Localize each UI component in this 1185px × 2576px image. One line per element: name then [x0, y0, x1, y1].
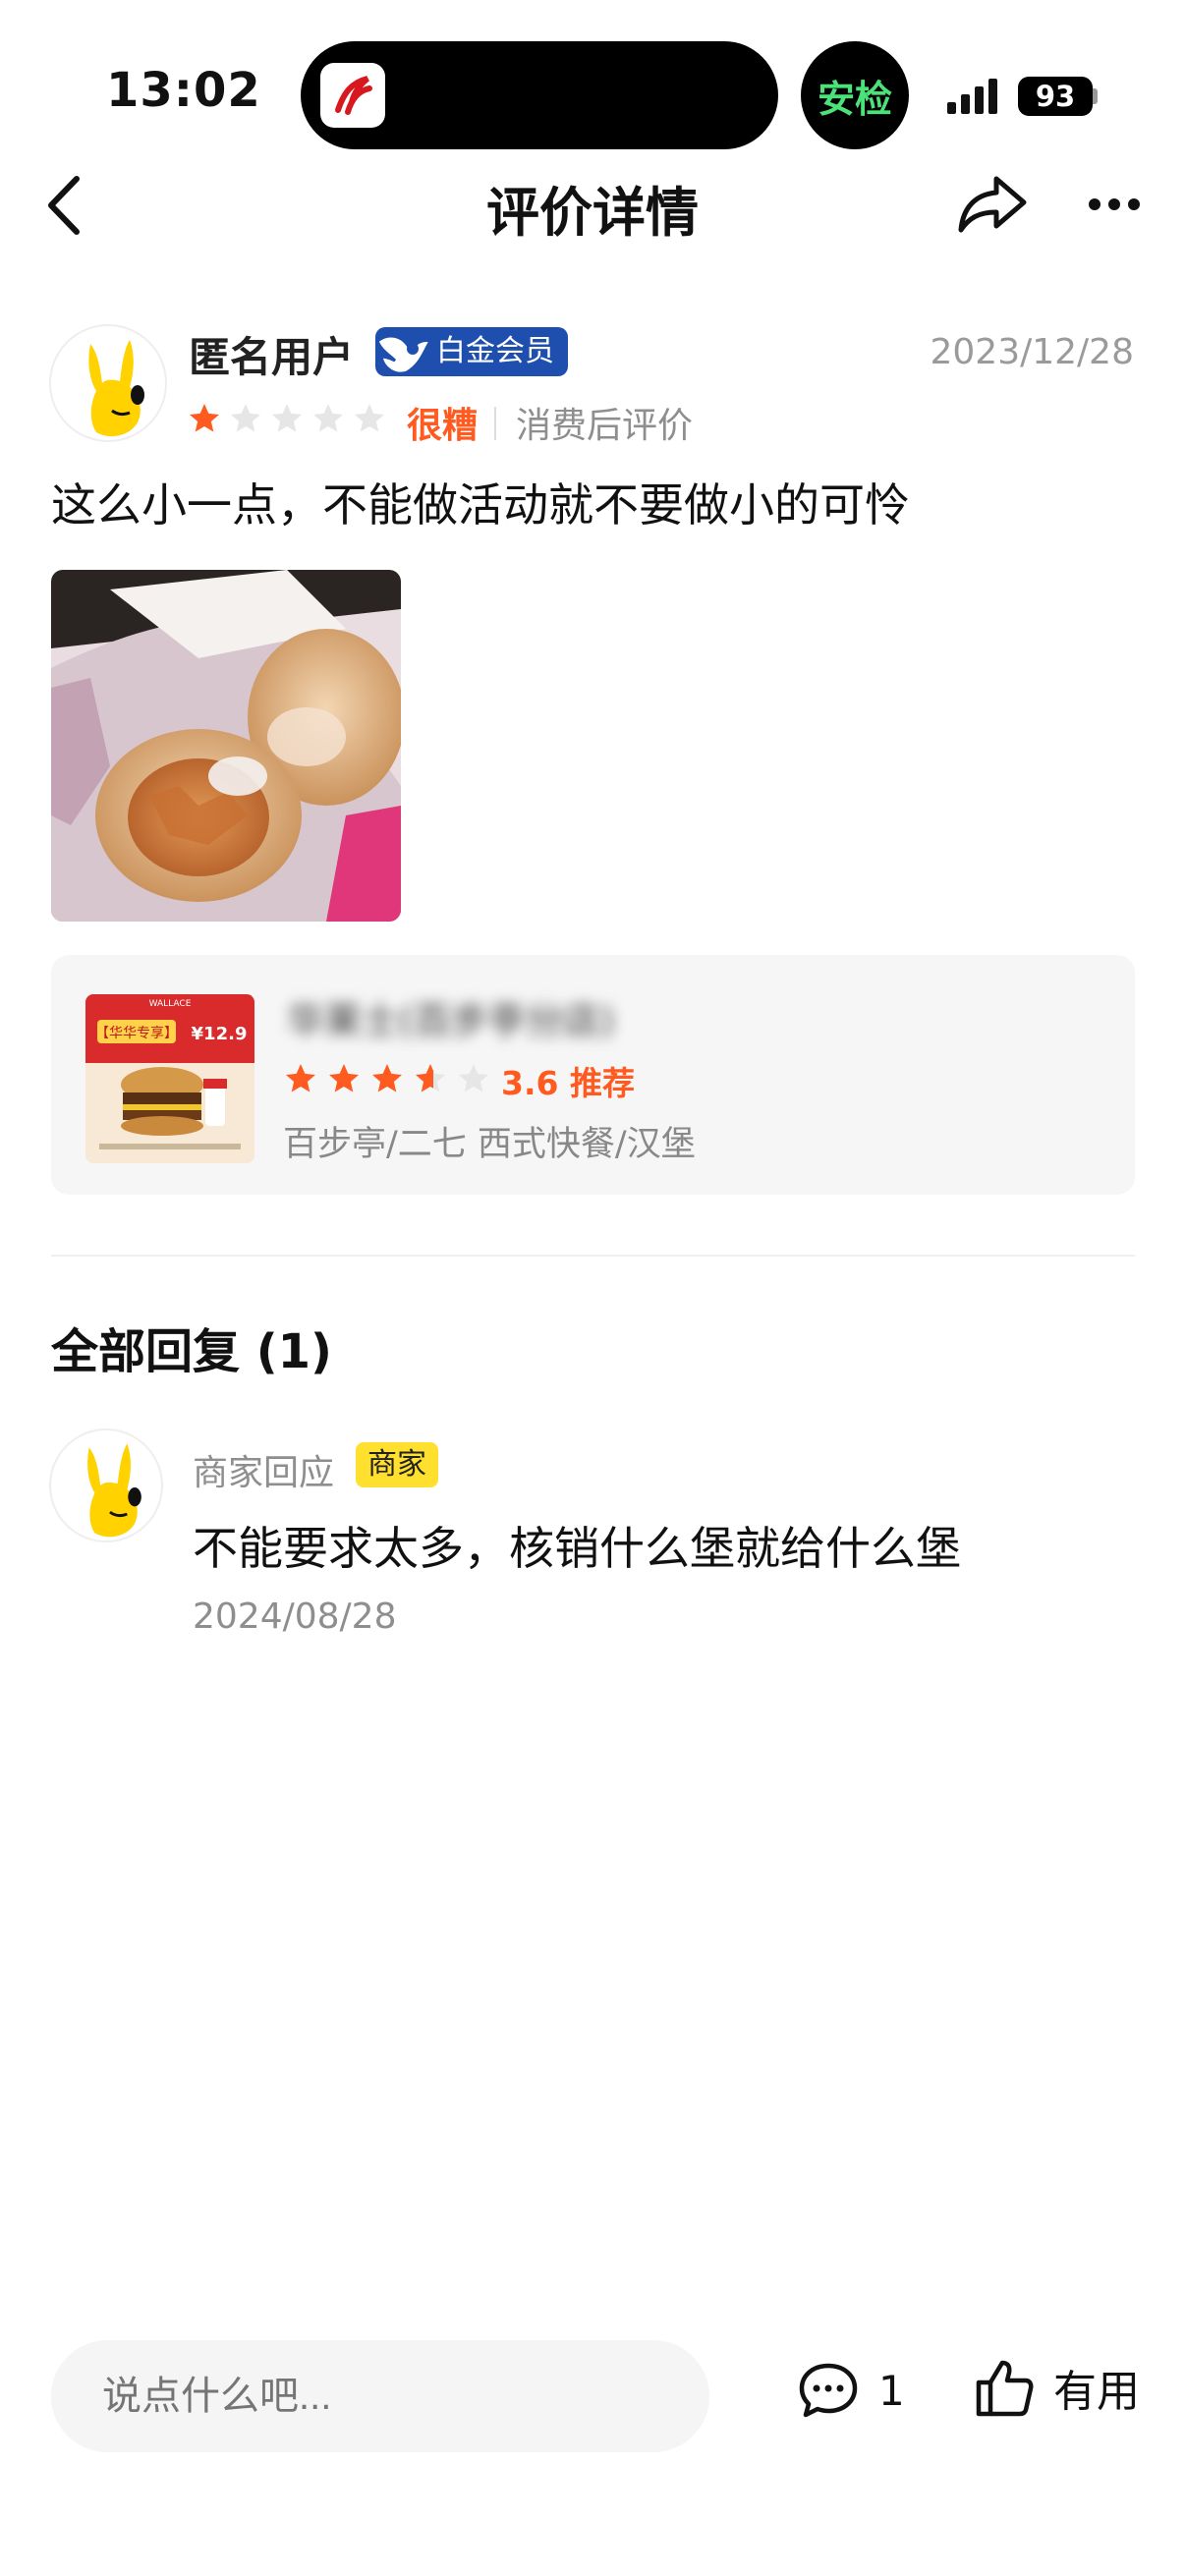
shop-star-icon — [413, 1061, 448, 1100]
shop-star-rating — [283, 1061, 491, 1100]
promo-label: 【华华专享】 — [95, 1025, 178, 1041]
divider — [494, 407, 496, 440]
more-button[interactable] — [1087, 196, 1142, 216]
review-date: 2023/12/28 — [930, 332, 1135, 372]
member-badge: 白金会员 — [375, 327, 568, 376]
mascot-avatar-icon — [87, 1443, 141, 1538]
airline-app-icon — [320, 63, 385, 128]
svg-text:WALLACE: WALLACE — [149, 999, 192, 1009]
thumbs-up-icon — [976, 2360, 1034, 2417]
battery-indicator: 93 — [1018, 77, 1093, 116]
share-arrow-icon — [958, 176, 1027, 233]
shop-star-icon — [283, 1061, 318, 1100]
more-dots-icon — [1089, 198, 1140, 210]
dynamic-island — [301, 41, 778, 149]
useful-button[interactable]: 有用 — [975, 2356, 1140, 2419]
battery-tip — [1093, 88, 1098, 104]
promo-price: ¥12.9 — [192, 1024, 248, 1044]
shop-star-icon — [326, 1061, 362, 1100]
user-avatar[interactable] — [49, 324, 167, 442]
reply-author: 商家回应 — [193, 1453, 335, 1493]
consumption-tag: 消费后评价 — [516, 406, 694, 446]
reply-text: 不能要求太多，核销什么堡就给什么堡 — [193, 1522, 961, 1575]
status-time: 13:02 — [106, 63, 261, 118]
member-badge-label: 白金会员 — [436, 334, 554, 368]
review-star-icon — [310, 401, 346, 440]
security-check-icon: 安检 — [801, 41, 909, 149]
review-star-icon — [228, 401, 263, 440]
comment-input[interactable] — [51, 2340, 709, 2452]
shop-score: 3.6 推荐 — [501, 1064, 635, 1102]
share-button[interactable] — [957, 173, 1028, 240]
review-star-icon — [269, 401, 305, 440]
reply-date: 2024/08/28 — [193, 1596, 397, 1637]
shop-star-icon — [369, 1061, 405, 1100]
merchant-avatar — [49, 1428, 163, 1542]
review-text: 这么小一点，不能做活动就不要做小的可怜 — [51, 478, 910, 532]
replies-title: 全部回复 (1) — [51, 1324, 332, 1379]
member-wings-icon — [371, 321, 433, 396]
shop-category: 百步亭/二七 西式快餐/汉堡 — [283, 1125, 696, 1164]
comment-button[interactable]: 1 — [798, 2362, 905, 2419]
useful-label: 有用 — [1053, 2367, 1140, 2417]
shop-card[interactable]: WALLACE 【华华专享】 ¥12.9 华莱士(百步亭分店) 3.6 推荐 百… — [51, 955, 1135, 1195]
review-photo[interactable] — [51, 570, 401, 922]
comment-bubble-icon — [799, 2363, 858, 2418]
review-star-icon — [352, 401, 387, 440]
review-star-rating — [187, 401, 387, 440]
rating-label: 很糟 — [407, 406, 479, 446]
mascot-avatar-icon — [88, 340, 144, 437]
user-name[interactable]: 匿名用户 — [189, 324, 354, 384]
review-star-icon — [187, 401, 222, 440]
shop-thumbnail: WALLACE 【华华专享】 ¥12.9 — [85, 994, 254, 1163]
section-divider — [51, 1255, 1135, 1257]
comment-count: 1 — [878, 2366, 905, 2415]
shop-name[interactable]: 华莱士(百步亭分店) — [287, 990, 778, 1049]
merchant-badge: 商家 — [356, 1442, 438, 1487]
shop-star-icon — [456, 1061, 491, 1100]
cellular-signal-icon — [947, 77, 1006, 118]
